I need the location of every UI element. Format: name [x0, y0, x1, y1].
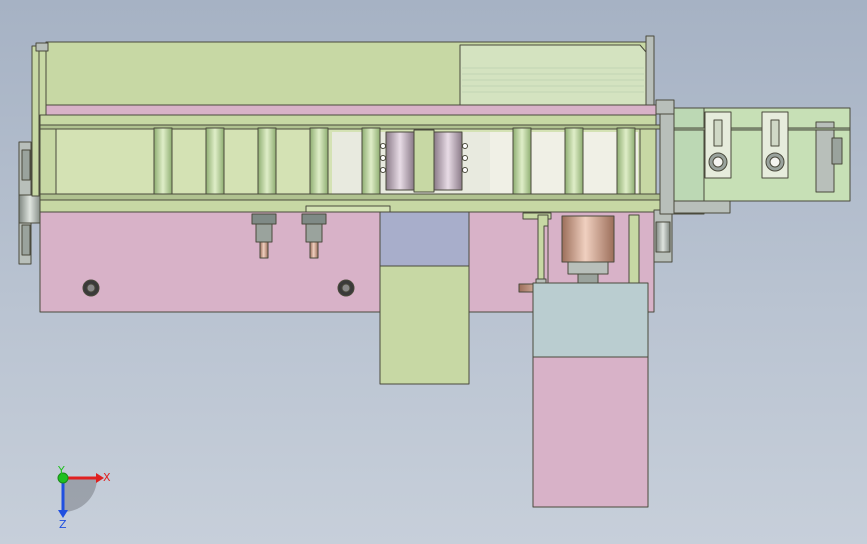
guide-clamp [704, 111, 732, 179]
roller-bay [39, 128, 657, 198]
upper-rail [39, 114, 661, 130]
roller [361, 127, 381, 195]
guide-clamp [761, 111, 789, 179]
roller [257, 127, 277, 195]
roller [512, 127, 532, 195]
assembly-drawing: X Y Z [18, 35, 851, 531]
roller [205, 127, 225, 195]
roller [309, 127, 329, 195]
z-axis-label: Z [59, 518, 67, 531]
roller [616, 127, 636, 195]
centre-block [379, 211, 470, 385]
y-axis-label: Y [57, 464, 65, 477]
roller [564, 127, 584, 195]
right-guide [655, 99, 851, 215]
drive-drums [380, 129, 468, 193]
lower-rail [39, 193, 661, 214]
x-axis-label: X [103, 471, 111, 484]
motor-assembly [518, 212, 649, 508]
axis-triad: X Y Z [57, 464, 111, 531]
cad-viewport[interactable]: X Y Z [0, 0, 867, 544]
roller [153, 127, 173, 195]
top-hopper [35, 35, 657, 116]
